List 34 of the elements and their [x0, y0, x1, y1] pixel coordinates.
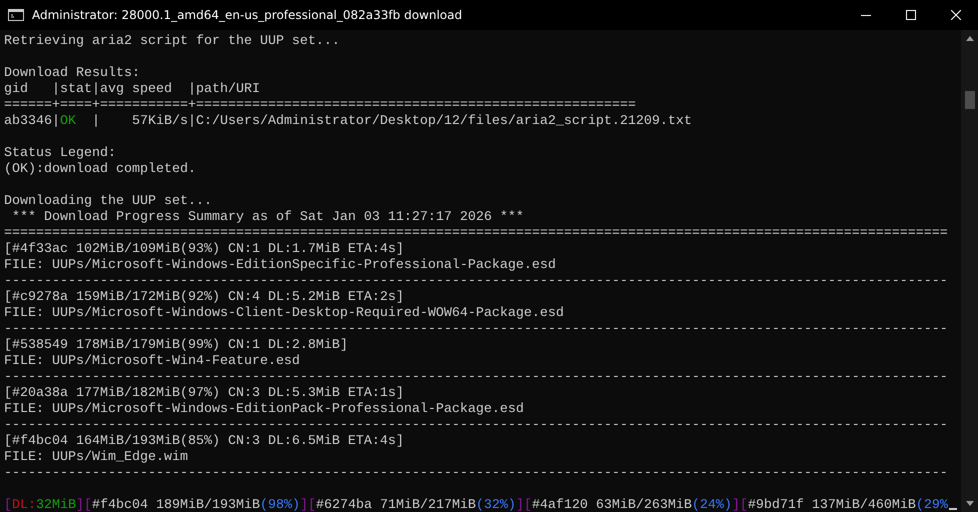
scroll-down-icon[interactable] — [966, 501, 974, 506]
console-line: FILE: UUPs/Microsoft-Windows-EditionSpecific-Professional-Package.esd — [4, 258, 557, 274]
console-line: Retrieving aria2 script for the UUP set... — [4, 34, 341, 50]
status-line: [DL:32MiB][#f4bc04 189MiB/193MiB(98%)][#6274ba 71MiB/217MiB(32%)][#4af120 63MiB/263MiB(24%)][#9bd71f 137MiB/460MiB(29% — [4, 498, 961, 512]
console-line: [#c9278a 159MiB/172MiB(92%) CN:4 DL:5.2MiB ETA:2s] — [4, 290, 405, 306]
console-line: gid |stat|avg speed |path/URI — [4, 82, 261, 98]
console-line: ======+====+===========+======================================================= — [4, 98, 637, 114]
scrollbar[interactable] — [961, 30, 978, 512]
console-line: [#4f33ac 102MiB/109MiB(93%) CN:1 DL:1.7MiB ETA:4s] — [4, 242, 405, 258]
console-line: ---------------------------------------------------------------------------------------------------------------------- — [4, 466, 949, 482]
console-line: Status Legend: — [4, 146, 117, 162]
console-line: ---------------------------------------------------------------------------------------------------------------------- — [4, 274, 949, 290]
console-line: FILE: UUPs/Wim_Edge.wim — [4, 450, 189, 466]
console-line: ab3346|OK | 57KiB/s|C:/Users/Administrator/Desktop/12/files/aria2_script.21209.txt — [4, 114, 693, 130]
console-line: ---------------------------------------------------------------------------------------------------------------------- — [4, 370, 949, 386]
console-line: ---------------------------------------------------------------------------------------------------------------------- — [4, 322, 949, 338]
console-line: *** Download Progress Summary as of Sat Jan 03 11:27:17 2026 *** — [10, 210, 525, 226]
console-line: FILE: UUPs/Microsoft-Windows-Client-Desktop-Required-WOW64-Package.esd — [4, 306, 565, 322]
scrollbar-thumb[interactable] — [964, 91, 974, 109]
maximize-icon — [906, 10, 916, 20]
console-line: FILE: UUPs/Microsoft-Windows-EditionPack-Professional-Package.esd — [4, 402, 525, 418]
window-title: Administrator: 28000.1_amd64_en-us_professional_082a33fb download — [32, 8, 464, 22]
scroll-up-icon[interactable] — [966, 36, 974, 41]
console-line: ====================================================================================================================== — [4, 226, 949, 242]
console-line: FILE: UUPs/Microsoft-Win4-Feature.esd — [4, 354, 301, 370]
console-line: ---------------------------------------------------------------------------------------------------------------------- — [4, 418, 949, 434]
close-icon — [950, 10, 960, 20]
console-line: (OK):download completed. — [4, 162, 197, 178]
console-line: Downloading the UUP set... — [4, 194, 213, 210]
console-app-icon — [8, 9, 24, 21]
console-line: [#538549 178MiB/179MiB(99%) CN:1 DL:2.8MiB] — [4, 338, 349, 354]
console-line: [#f4bc04 164MiB/193MiB(85%) CN:3 DL:6.5MiB ETA:4s] — [4, 434, 405, 450]
console-line: Download Results: — [4, 66, 141, 82]
console-line: [#20a38a 177MiB/182MiB(97%) CN:3 DL:5.3MiB ETA:1s] — [4, 386, 405, 402]
